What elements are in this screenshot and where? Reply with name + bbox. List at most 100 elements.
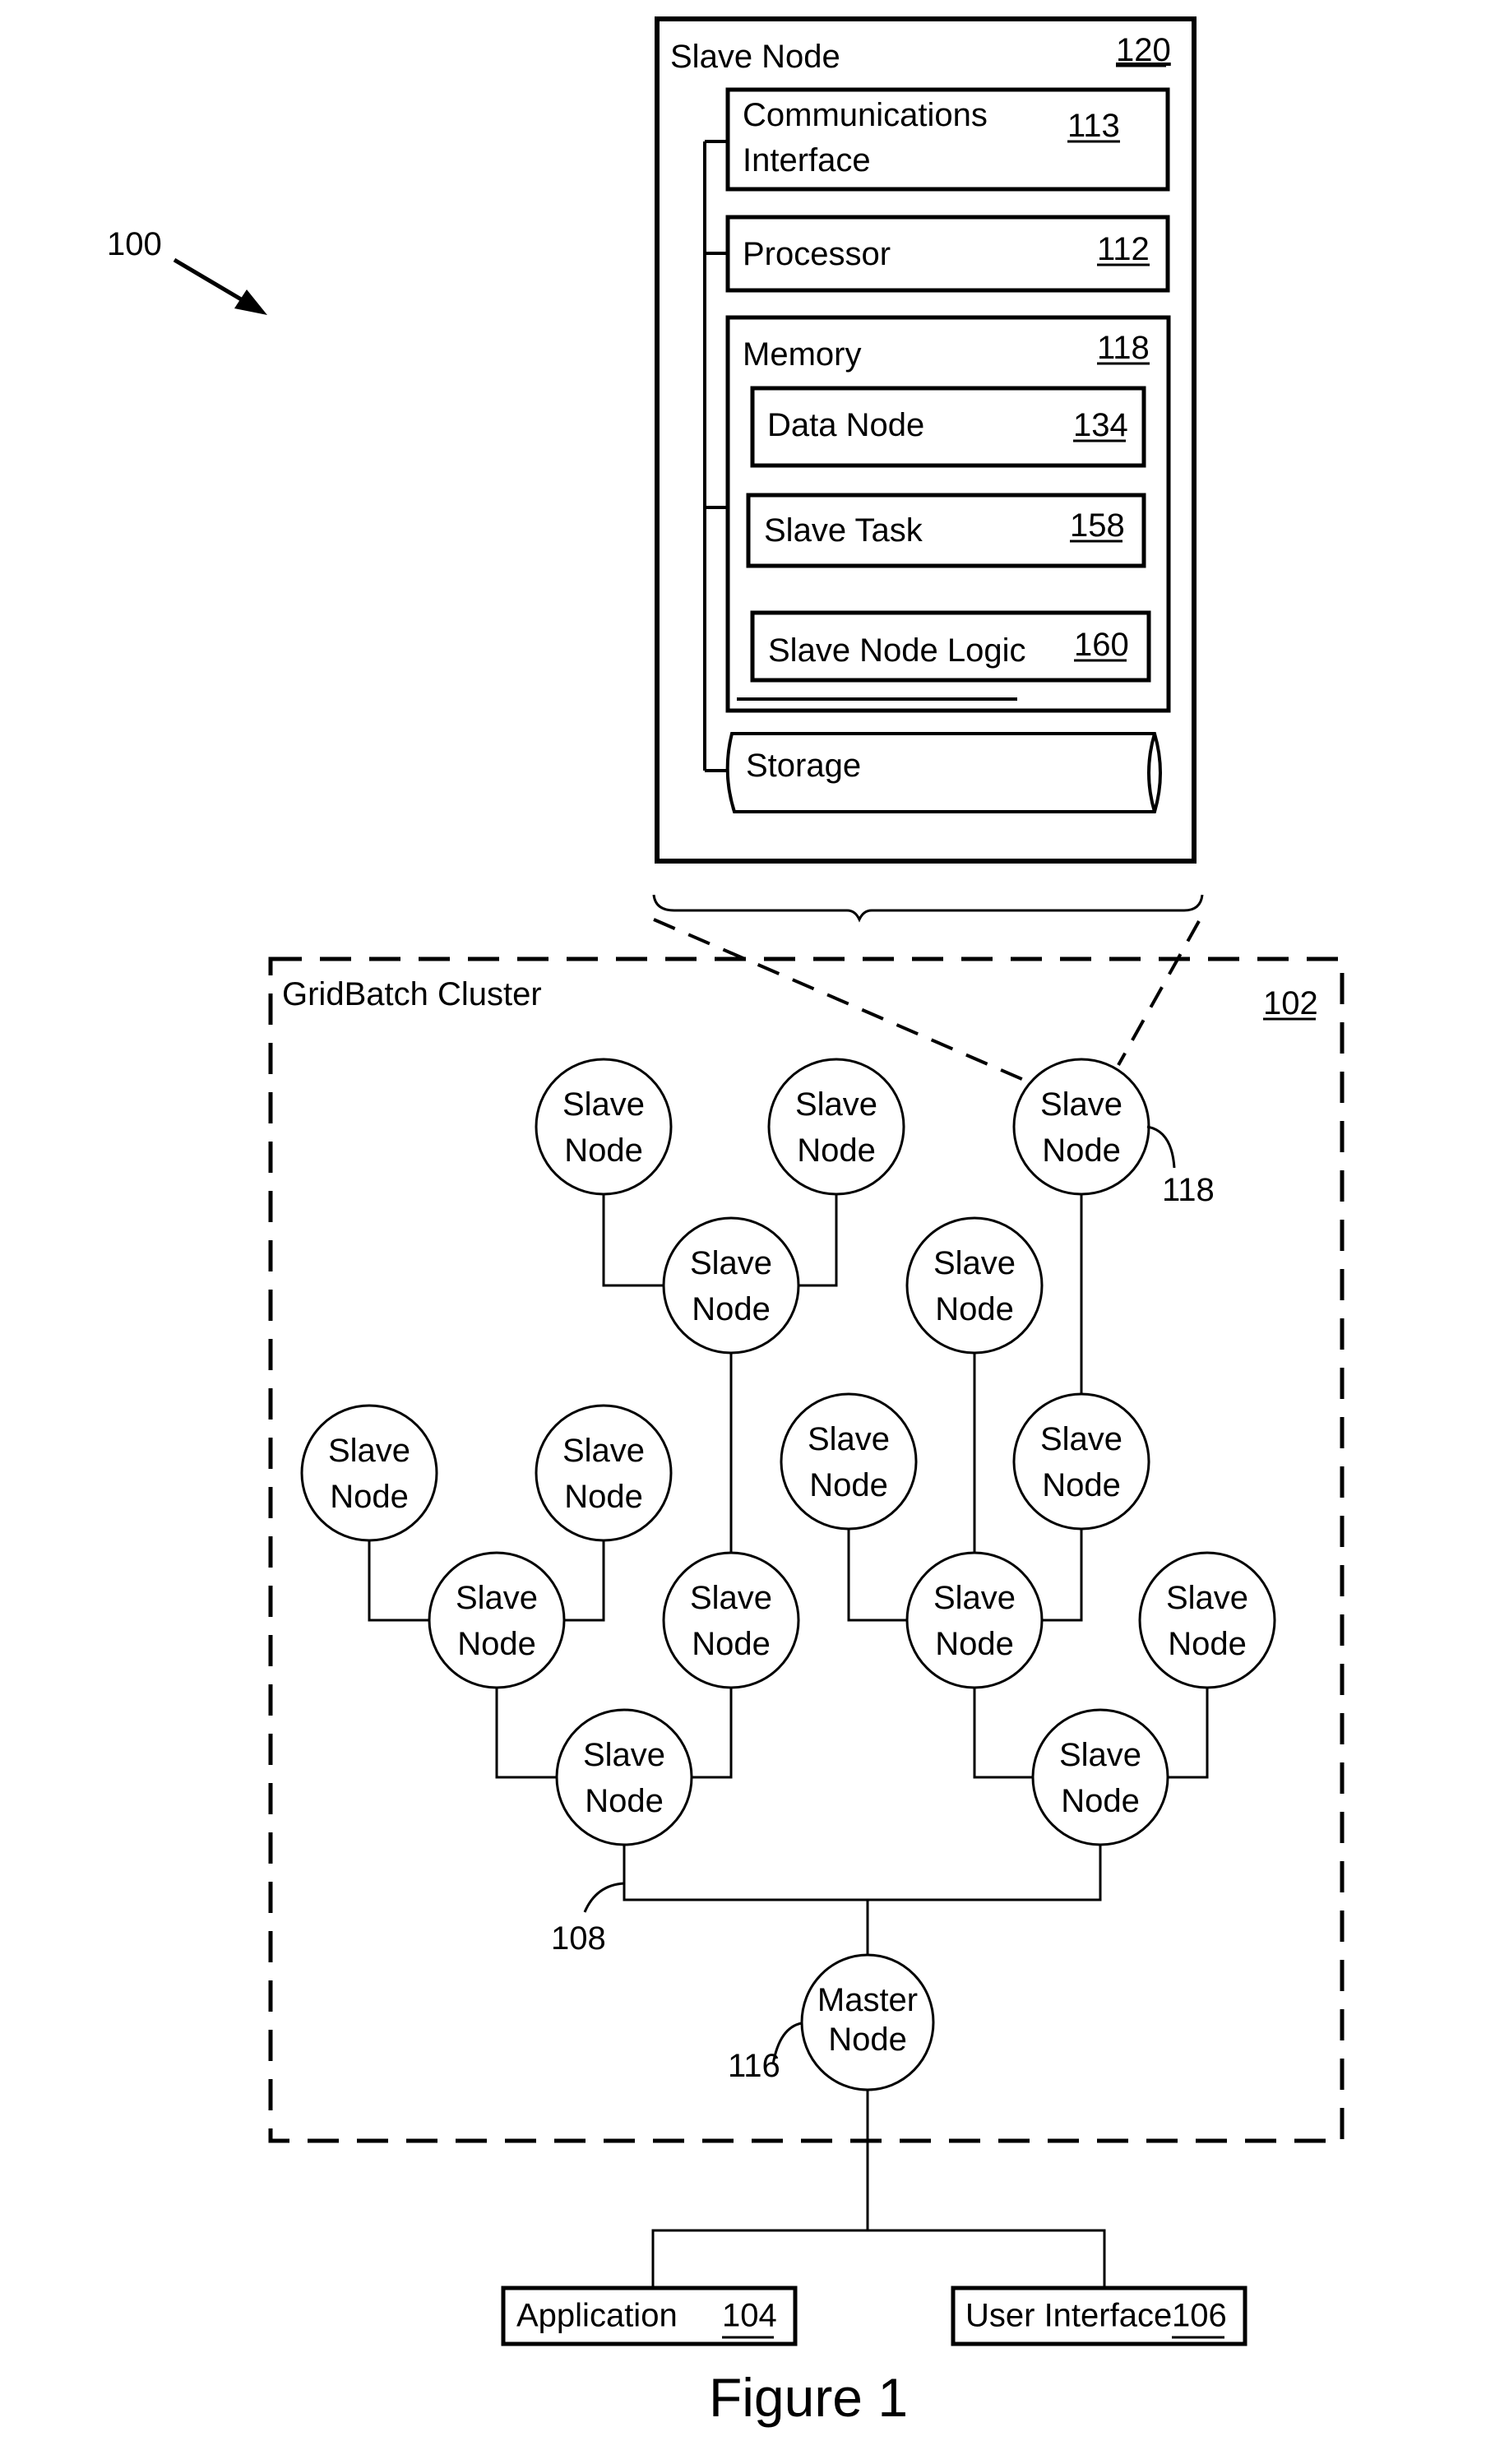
slave-node-label-line2: Node [935,1626,1014,1662]
slave-node-label-line2: Node [564,1132,643,1169]
slave-node-label-line1: Slave [1040,1086,1122,1123]
slave-node: Slave Node [905,1551,1044,1689]
comm-interface-ref: 113 [1067,108,1120,144]
storage-cylinder-icon: Storage [725,697,1162,813]
slave-node-label-line1: Slave [1059,1737,1141,1773]
slave-node-label-line1: Slave [808,1421,890,1457]
slave-node-circle [1012,1392,1150,1531]
detail-brace [652,894,1204,923]
slave-node: Slave Node [300,1404,438,1542]
slave-node-circle [905,1551,1044,1689]
slave-node-label-line2: Node [1042,1132,1121,1169]
detail-callout-lines [653,918,1201,1081]
slave-node-label-line2: Node [585,1783,664,1819]
slave-node-circle [535,1404,673,1542]
slave-node-label-line2: Node [564,1479,643,1515]
slave-node-detail: Slave Node 120 Communications Interface … [655,16,1197,864]
communications-interface-box: Communications Interface 113 [725,87,1170,192]
user-interface-label: User Interface [965,2298,1172,2334]
slave-node-logic-label: Slave Node Logic [768,632,1026,669]
slave-node-circle [662,1551,800,1689]
slave-node-label-line2: Node [809,1467,888,1503]
slave-node-group: Slave Node Slave Node Slave Node Slave Node Slav… [300,1058,1276,1846]
slave-node-logic-ref: 160 [1074,627,1129,663]
data-node-ref: 134 [1073,407,1128,443]
slave-node: Slave Node [780,1392,918,1531]
slave-node-circle [780,1392,918,1531]
slave-node: Slave Node [1012,1058,1150,1196]
slave-node-label-line2: Node [1061,1783,1140,1819]
slave-node-label-line2: Node [935,1291,1014,1327]
slave-node: Slave Node [1138,1551,1276,1689]
highlighted-slave-ref: 118 [1162,1172,1215,1208]
slave-node-detail-ref: 120 [1116,32,1171,68]
figure-canvas: 100 Slave Node 120 Communications Interf… [107,16,1345,2428]
figure-caption: Figure 1 [709,2367,908,2428]
bus-ref-leader [583,1882,625,1913]
slave-node-label-line1: Slave [456,1580,538,1616]
slave-node: Slave Node [428,1551,566,1689]
slave-node: Slave Node [1031,1708,1169,1846]
slave-node: Slave Node [767,1058,905,1196]
slave-node-circle [428,1551,566,1689]
storage-label: Storage [746,748,861,784]
slave-node-circle [300,1404,438,1542]
slave-node-label-line1: Slave [562,1086,645,1123]
master-node-ref: 116 [728,2048,780,2084]
memory-ref: 118 [1097,330,1150,366]
slave-node-label-line1: Slave [583,1737,665,1773]
slave-node: Slave Node [555,1708,693,1846]
figure-ref-arrow-icon [173,257,267,315]
slave-node-circle [662,1216,800,1355]
slave-node-circle [535,1058,673,1196]
data-node-box: Data Node 134 [750,386,1146,468]
master-node: Master Node [800,1953,935,2091]
slave-node-label-line2: Node [692,1291,771,1327]
slave-node-label-line2: Node [1168,1626,1247,1662]
slave-node-detail-title: Slave Node [670,39,840,75]
application-box: Application 104 [501,2286,798,2346]
user-interface-box: User Interface 106 [951,2286,1247,2346]
master-node-label-line2: Node [828,2022,907,2058]
slave-node-label-line1: Slave [795,1086,877,1123]
slave-node-circle [767,1058,905,1196]
slave-node-label-line1: Slave [933,1245,1016,1281]
comm-interface-label-line2: Interface [743,142,871,178]
slave-node-label-line1: Slave [1166,1580,1248,1616]
memory-box: Memory 118 Data Node 134 Slave Task 158 … [725,315,1171,713]
slave-node-label-line1: Slave [690,1245,772,1281]
slave-node: Slave Node [535,1058,673,1196]
slave-node-label-line1: Slave [690,1580,772,1616]
slave-node-label-line1: Slave [1040,1421,1122,1457]
application-label: Application [516,2298,678,2334]
slave-node: Slave Node [662,1216,800,1355]
slave-node-circle [1031,1708,1169,1846]
data-node-label: Data Node [767,407,924,443]
slave-node-circle [555,1708,693,1846]
slave-node-label-line2: Node [330,1479,409,1515]
slave-node: Slave Node [1012,1392,1150,1531]
cluster-title: GridBatch Cluster [282,976,542,1012]
application-ref: 104 [722,2298,777,2334]
processor-box: Processor 112 [725,215,1170,293]
slave-node-label-line2: Node [457,1626,536,1662]
cluster-ref: 102 [1263,985,1318,1021]
slave-node: Slave Node [535,1404,673,1542]
slave-node-logic-box: Slave Node Logic 160 [750,610,1151,683]
slave-task-ref: 158 [1070,507,1125,544]
slave-task-label: Slave Task [764,512,923,549]
slave-node-label-line2: Node [692,1626,771,1662]
slave-node-label-line2: Node [797,1132,876,1169]
comm-interface-label-line1: Communications [743,97,988,133]
master-node-label-line1: Master [817,1982,918,2018]
bus-ref: 108 [551,1920,606,1957]
slave-task-box: Slave Task 158 [746,493,1146,568]
memory-label: Memory [743,336,861,373]
user-interface-ref: 106 [1172,2298,1227,2334]
slave-node-circle [1138,1551,1276,1689]
slave-node: Slave Node [662,1551,800,1689]
slave-ref-leader [1146,1125,1176,1169]
figure-ref-label: 100 [107,226,162,262]
slave-node-label-line1: Slave [933,1580,1016,1616]
slave-node: Slave Node [905,1216,1044,1355]
